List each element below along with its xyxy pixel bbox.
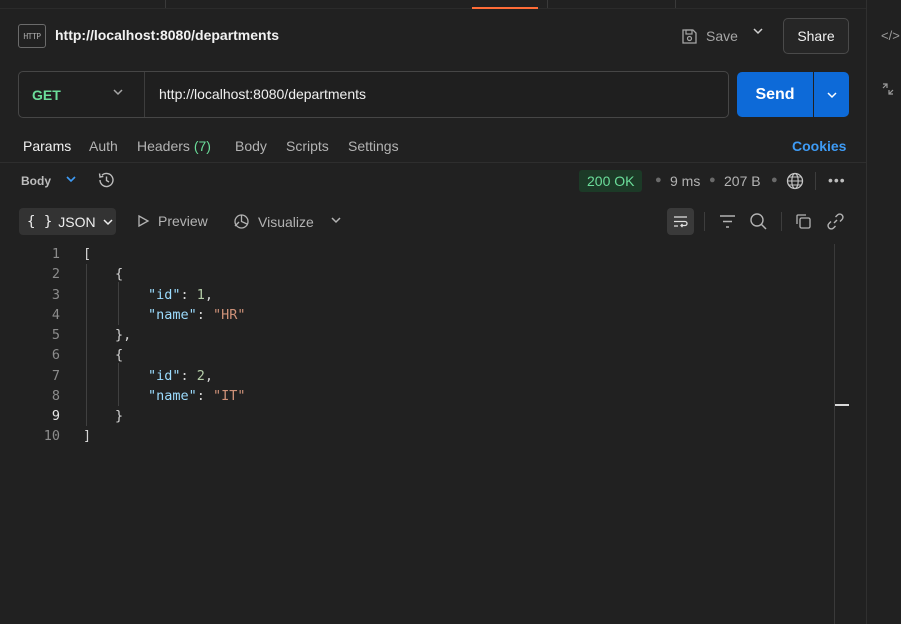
code-token: { bbox=[115, 347, 124, 363]
search-icon[interactable] bbox=[749, 212, 768, 231]
line-number: 5 bbox=[51, 327, 60, 343]
separator-dot: ● bbox=[655, 174, 662, 186]
line-number: 6 bbox=[51, 347, 60, 363]
more-icon[interactable]: ••• bbox=[828, 172, 846, 188]
format-label: JSON bbox=[58, 213, 96, 230]
wrap-lines-icon[interactable] bbox=[667, 208, 694, 235]
visualize-icon bbox=[234, 214, 249, 229]
send-button[interactable]: Send bbox=[737, 72, 813, 117]
json-value: "IT" bbox=[213, 388, 246, 404]
tab-divider bbox=[547, 0, 548, 8]
code-token: { bbox=[115, 266, 124, 282]
save-button[interactable]: Save bbox=[681, 24, 738, 48]
tab-headers[interactable]: Headers (7) bbox=[137, 138, 211, 154]
headers-count-badge: (7) bbox=[193, 138, 211, 154]
http-request-icon: HTTP bbox=[18, 24, 46, 48]
divider bbox=[0, 162, 866, 163]
chevron-down-icon bbox=[103, 218, 113, 225]
code-token: }, bbox=[115, 327, 132, 343]
chevron-down-icon[interactable] bbox=[330, 214, 342, 229]
method-select[interactable]: GET bbox=[32, 87, 61, 103]
json-value: "HR" bbox=[213, 307, 246, 323]
visualize-label: Visualize bbox=[258, 213, 314, 230]
divider bbox=[815, 172, 816, 190]
collapse-icon[interactable] bbox=[881, 82, 895, 99]
line-number: 2 bbox=[51, 266, 60, 282]
tab-body[interactable]: Body bbox=[235, 138, 267, 154]
line-number: 8 bbox=[51, 388, 60, 404]
line-number: 7 bbox=[51, 368, 60, 384]
chevron-down-icon[interactable] bbox=[65, 173, 77, 188]
active-tab-indicator bbox=[472, 7, 538, 9]
json-value: 1 bbox=[196, 287, 205, 303]
globe-icon[interactable] bbox=[786, 172, 804, 190]
history-icon[interactable] bbox=[96, 170, 116, 190]
save-options-chevron-icon[interactable] bbox=[752, 25, 764, 40]
preview-label: Preview bbox=[158, 213, 208, 229]
response-time[interactable]: 9 ms bbox=[670, 173, 700, 189]
response-body-label[interactable]: Body bbox=[21, 174, 51, 188]
code-token: [ bbox=[83, 246, 92, 262]
code-line: "name": "HR" bbox=[148, 307, 246, 323]
indent-guide bbox=[118, 282, 119, 325]
indent-guide bbox=[118, 363, 119, 406]
json-key: "id" bbox=[148, 368, 181, 384]
send-options-chevron-icon[interactable] bbox=[814, 72, 849, 117]
json-braces-icon: { } bbox=[27, 213, 53, 230]
response-size[interactable]: 207 B bbox=[724, 173, 761, 189]
tab-strip bbox=[0, 0, 866, 9]
code-icon[interactable]: </> bbox=[881, 28, 900, 43]
scrollbar[interactable] bbox=[834, 244, 835, 624]
play-icon bbox=[138, 214, 150, 228]
tab-divider bbox=[165, 0, 166, 8]
tab-divider bbox=[675, 0, 676, 8]
right-sidebar: </> bbox=[866, 0, 901, 624]
filter-icon[interactable] bbox=[718, 212, 737, 231]
code-token: } bbox=[115, 408, 124, 424]
share-button[interactable]: Share bbox=[783, 18, 849, 54]
url-input[interactable]: http://localhost:8080/departments bbox=[159, 86, 366, 102]
line-number: 3 bbox=[51, 287, 60, 303]
code-line: "id": 1, bbox=[148, 287, 214, 303]
request-title[interactable]: http://localhost:8080/departments bbox=[55, 27, 279, 43]
response-format-select[interactable]: { } JSON bbox=[19, 208, 116, 235]
line-number: 10 bbox=[43, 428, 60, 444]
status-badge[interactable]: 200 OK bbox=[579, 170, 643, 192]
code-line: "id": 2, bbox=[148, 368, 214, 384]
line-number: 1 bbox=[51, 246, 60, 262]
json-key: "id" bbox=[148, 287, 181, 303]
json-value: 2 bbox=[196, 368, 205, 384]
divider bbox=[704, 212, 705, 231]
visualize-button[interactable]: Visualize bbox=[233, 213, 314, 230]
divider bbox=[144, 72, 145, 117]
tab-settings[interactable]: Settings bbox=[348, 138, 399, 154]
copy-icon[interactable] bbox=[794, 212, 813, 231]
save-icon bbox=[682, 28, 697, 44]
line-number: 9 bbox=[51, 408, 60, 424]
json-key: "name" bbox=[148, 307, 197, 323]
save-label: Save bbox=[706, 28, 738, 44]
tab-auth[interactable]: Auth bbox=[89, 138, 118, 154]
line-number: 4 bbox=[51, 307, 60, 323]
separator-dot: ● bbox=[709, 174, 716, 186]
tab-headers-label: Headers bbox=[137, 138, 190, 154]
url-bar: GET http://localhost:8080/departments bbox=[18, 71, 729, 118]
indent-guide bbox=[86, 264, 87, 426]
code-token: ] bbox=[83, 428, 92, 444]
cookies-link[interactable]: Cookies bbox=[792, 138, 846, 154]
divider bbox=[781, 212, 782, 231]
separator-dot: ● bbox=[771, 174, 778, 186]
json-key: "name" bbox=[148, 388, 197, 404]
chevron-down-icon[interactable] bbox=[112, 86, 124, 101]
scrollbar-marker bbox=[835, 404, 849, 406]
code-line: "name": "IT" bbox=[148, 388, 246, 404]
preview-button[interactable]: Preview bbox=[136, 213, 208, 229]
tab-params[interactable]: Params bbox=[23, 138, 71, 154]
tab-scripts[interactable]: Scripts bbox=[286, 138, 329, 154]
link-icon[interactable] bbox=[826, 212, 845, 231]
